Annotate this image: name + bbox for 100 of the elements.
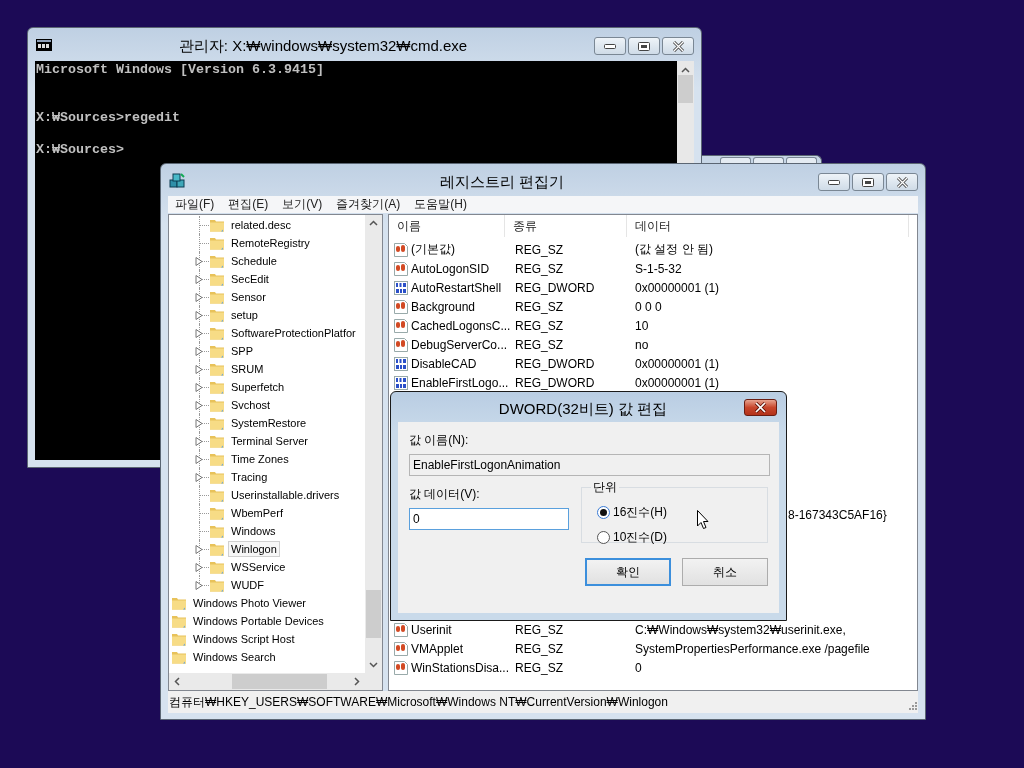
radio-button[interactable] bbox=[597, 506, 610, 519]
scroll-right-icon[interactable] bbox=[354, 677, 360, 686]
expand-arrow-icon[interactable] bbox=[195, 401, 203, 410]
value-name[interactable]: Background bbox=[411, 299, 476, 314]
tree-item[interactable]: Svchost bbox=[228, 397, 274, 413]
console-output: Microsoft Windows [Version 6.3.9415] X:₩Sources>regedit X:₩Sources> bbox=[36, 62, 324, 158]
table-cell-text: (값 설정 안 됨) bbox=[635, 241, 714, 258]
tree-item[interactable]: WUDF bbox=[228, 577, 267, 593]
scroll-left-icon[interactable] bbox=[174, 677, 180, 686]
tree-item[interactable]: Windows bbox=[228, 523, 279, 539]
tree-item[interactable]: Tracing bbox=[228, 469, 271, 485]
value-name[interactable]: (기본값) bbox=[411, 241, 455, 258]
value-data-field[interactable]: 0 bbox=[409, 508, 569, 530]
expand-arrow-icon[interactable] bbox=[195, 455, 203, 464]
value-name[interactable]: WinStationsDisa... bbox=[411, 660, 510, 675]
string-value-icon bbox=[393, 298, 409, 315]
scrollbar[interactable] bbox=[169, 673, 365, 690]
scroll-up-icon[interactable] bbox=[681, 67, 690, 73]
expand-arrow-icon[interactable] bbox=[195, 563, 203, 572]
table-cell-text: REG_DWORD bbox=[515, 375, 596, 390]
tree-item[interactable]: SPP bbox=[228, 343, 256, 359]
tree-item[interactable]: Time Zones bbox=[228, 451, 292, 467]
table-cell-text: C:₩Windows₩system32₩userinit.exe, bbox=[635, 622, 847, 637]
menu-item[interactable]: 파일(F) bbox=[168, 196, 222, 213]
expand-arrow-icon[interactable] bbox=[195, 419, 203, 428]
tree-item[interactable]: SecEdit bbox=[228, 271, 272, 287]
scroll-down-icon[interactable] bbox=[369, 662, 378, 668]
value-name[interactable]: Userinit bbox=[411, 622, 452, 637]
tree-item[interactable]: Windows Portable Devices bbox=[190, 613, 327, 629]
resize-grip-icon[interactable] bbox=[908, 701, 918, 711]
tree-item[interactable]: SystemRestore bbox=[228, 415, 310, 431]
value-name[interactable]: DisableCAD bbox=[411, 356, 477, 371]
column-header[interactable]: 데이터 bbox=[627, 215, 909, 237]
expand-arrow-icon[interactable] bbox=[195, 293, 203, 302]
binary-value-icon bbox=[393, 279, 409, 296]
tree-item[interactable]: setup bbox=[228, 307, 261, 323]
expand-arrow-icon[interactable] bbox=[195, 545, 203, 554]
maximize-button[interactable] bbox=[852, 173, 884, 191]
close-button[interactable] bbox=[744, 398, 777, 416]
tree-item[interactable]: Userinstallable.drivers bbox=[228, 487, 343, 503]
menu-item[interactable]: 편집(E) bbox=[221, 196, 276, 213]
expand-arrow-icon[interactable] bbox=[195, 311, 203, 320]
menu-item[interactable]: 도움말(H) bbox=[407, 196, 474, 213]
field-label: 값 데이터(V): bbox=[409, 486, 481, 503]
string-value-icon bbox=[393, 640, 409, 657]
radio-label[interactable]: 10진수(D) bbox=[613, 529, 667, 546]
radio-label[interactable]: 16진수(H) bbox=[613, 504, 667, 521]
tree-item[interactable]: RemoteRegistry bbox=[228, 235, 313, 251]
expand-arrow-icon[interactable] bbox=[195, 329, 203, 338]
tree-item[interactable]: Windows Script Host bbox=[190, 631, 298, 647]
scrollbar[interactable] bbox=[365, 215, 382, 673]
table-cell-text: REG_SZ bbox=[515, 299, 564, 314]
scrollbar-thumb[interactable] bbox=[366, 590, 381, 638]
tree-item[interactable]: SoftwareProtectionPlatfor bbox=[228, 325, 359, 341]
menu-item[interactable]: 즐겨찾기(A) bbox=[329, 196, 408, 213]
tree-item[interactable]: related.desc bbox=[228, 217, 294, 233]
value-name-field[interactable]: EnableFirstLogonAnimation bbox=[409, 454, 770, 476]
expand-arrow-icon[interactable] bbox=[195, 581, 203, 590]
expand-arrow-icon[interactable] bbox=[195, 473, 203, 482]
ok-button[interactable]: 확인 bbox=[585, 558, 671, 586]
scrollbar-thumb[interactable] bbox=[232, 674, 327, 689]
value-name[interactable]: DebugServerCo... bbox=[411, 337, 508, 352]
tree-item[interactable]: Windows Search bbox=[190, 649, 279, 665]
tree-item[interactable]: WbemPerf bbox=[228, 505, 286, 521]
menu-item[interactable]: 보기(V) bbox=[275, 196, 330, 213]
tree-item[interactable]: Winlogon bbox=[228, 541, 280, 557]
expand-arrow-icon[interactable] bbox=[195, 383, 203, 392]
expand-arrow-icon[interactable] bbox=[195, 347, 203, 356]
column-header[interactable]: 이름 bbox=[389, 215, 505, 237]
table-cell-text: 0 0 0 bbox=[635, 299, 663, 314]
column-header[interactable]: 종류 bbox=[505, 215, 627, 237]
maximize-button[interactable] bbox=[628, 37, 660, 55]
expand-arrow-icon[interactable] bbox=[195, 437, 203, 446]
folder-icon bbox=[209, 235, 225, 251]
console-icon bbox=[36, 39, 52, 51]
string-value-icon bbox=[393, 260, 409, 277]
tree-item[interactable]: Schedule bbox=[228, 253, 280, 269]
tree-item[interactable]: Windows Photo Viewer bbox=[190, 595, 309, 611]
string-value-icon bbox=[393, 317, 409, 334]
tree-item[interactable]: WSService bbox=[228, 559, 289, 575]
tree-item[interactable]: Superfetch bbox=[228, 379, 288, 395]
expand-arrow-icon[interactable] bbox=[195, 365, 203, 374]
tree-item[interactable]: Terminal Server bbox=[228, 433, 312, 449]
minimize-button[interactable] bbox=[594, 37, 626, 55]
tree-item[interactable]: SRUM bbox=[228, 361, 267, 377]
radio-button[interactable] bbox=[597, 531, 610, 544]
value-name[interactable]: EnableFirstLogo... bbox=[411, 375, 509, 390]
value-name[interactable]: VMApplet bbox=[411, 641, 464, 656]
table-cell-text: REG_SZ bbox=[515, 622, 564, 637]
cancel-button[interactable]: 취소 bbox=[682, 558, 768, 586]
tree-item[interactable]: Sensor bbox=[228, 289, 269, 305]
expand-arrow-icon[interactable] bbox=[195, 275, 203, 284]
value-name[interactable]: AutoRestartShell bbox=[411, 280, 502, 295]
value-name[interactable]: CachedLogonsC... bbox=[411, 318, 511, 333]
minimize-button[interactable] bbox=[818, 173, 850, 191]
value-name[interactable]: AutoLogonSID bbox=[411, 261, 490, 276]
scrollbar-thumb[interactable] bbox=[678, 75, 693, 103]
minimize-icon bbox=[604, 43, 616, 49]
scroll-up-icon[interactable] bbox=[369, 220, 378, 226]
expand-arrow-icon[interactable] bbox=[195, 257, 203, 266]
